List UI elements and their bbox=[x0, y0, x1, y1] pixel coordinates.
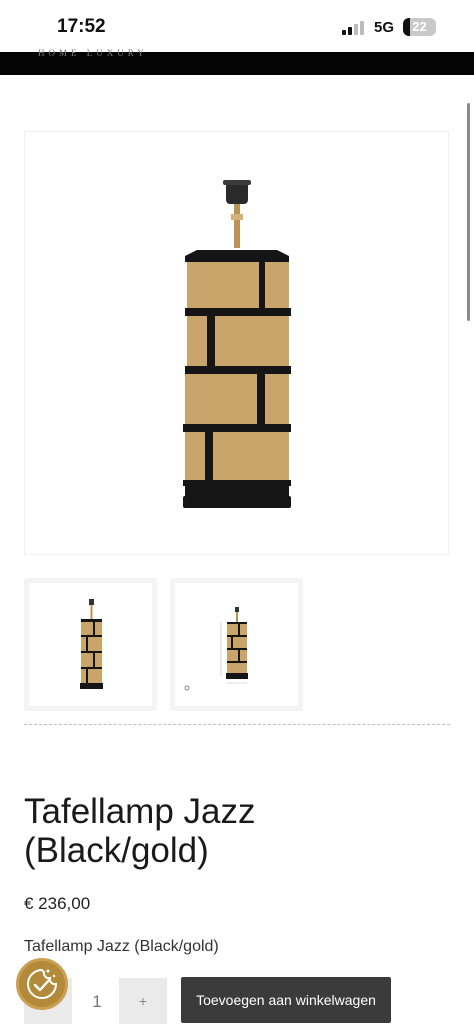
product-title-line1: Tafellamp Jazz bbox=[24, 792, 256, 831]
variant-name: Tafellamp Jazz (Black/gold) bbox=[24, 938, 219, 955]
cookie-consent-icon bbox=[27, 968, 58, 999]
scrollbar[interactable] bbox=[467, 103, 470, 321]
site-header: HOME LUXURY bbox=[0, 48, 474, 75]
add-to-cart-button[interactable]: Toevoegen aan winkelwagen bbox=[181, 977, 391, 1023]
status-bar: 17:52 5G 22 bbox=[0, 0, 474, 52]
quantity-increase-button[interactable]: + bbox=[119, 978, 167, 1024]
cookie-consent-button[interactable] bbox=[16, 958, 68, 1010]
quantity-input[interactable] bbox=[72, 978, 122, 1026]
network-label: 5G bbox=[374, 19, 395, 36]
status-time: 17:52 bbox=[57, 16, 106, 37]
battery-icon: 22 bbox=[403, 18, 436, 36]
brand-tagline: HOME LUXURY bbox=[38, 48, 148, 58]
thumbnail-1[interactable] bbox=[24, 578, 157, 711]
main-product-image[interactable] bbox=[24, 131, 449, 555]
battery-level: 22 bbox=[412, 19, 427, 34]
product-price: € 236,00 bbox=[24, 894, 91, 913]
product-title: Tafellamp Jazz (Black/gold) bbox=[24, 792, 444, 870]
thumbnail-2[interactable] bbox=[170, 578, 303, 711]
divider bbox=[24, 724, 450, 725]
signal-icon bbox=[342, 21, 366, 35]
product-title-line2: (Black/gold) bbox=[24, 831, 209, 870]
